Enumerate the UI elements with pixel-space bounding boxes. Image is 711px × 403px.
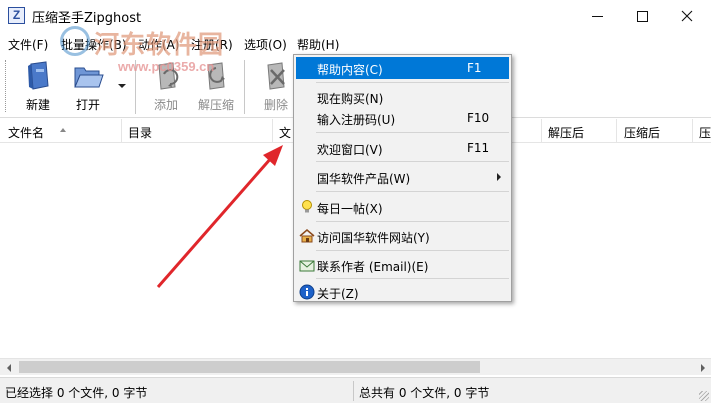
menu-batch[interactable]: 批量操作(B) [61, 36, 127, 53]
column-compressed[interactable]: 压缩后 [624, 124, 660, 141]
column-divider[interactable] [121, 119, 122, 143]
open-folder-icon [72, 60, 104, 92]
column-divider[interactable] [272, 119, 273, 143]
menu-separator [316, 250, 509, 251]
menu-item-buy-now[interactable]: 现在购买(N) [296, 86, 509, 108]
resize-grip-icon[interactable] [699, 391, 709, 401]
menu-item-label: 关于(Z) [317, 287, 359, 301]
maximize-button[interactable] [619, 0, 665, 32]
menu-item-label: 联系作者 (Email)(E) [317, 260, 429, 274]
new-button[interactable]: 新建 [14, 58, 62, 114]
column-divider[interactable] [541, 119, 542, 143]
scroll-right-icon [700, 363, 705, 372]
horizontal-scrollbar[interactable] [0, 358, 711, 375]
menu-bar: 文件(F) 批量操作(B) 动作(A) 注册(R) 选项(O) 帮助(H) [0, 32, 711, 54]
toolbar-separator [244, 60, 246, 114]
menu-item-shortcut: F10 [467, 111, 490, 125]
extract-icon [200, 60, 232, 92]
maximize-icon [636, 10, 648, 22]
menu-item-products[interactable]: 国华软件产品(W) [296, 166, 509, 188]
menu-item-shortcut: F11 [467, 141, 490, 155]
info-icon [299, 284, 315, 300]
menu-separator [316, 278, 509, 279]
column-ratio[interactable]: 压 [699, 124, 711, 141]
toolbar-grip[interactable] [5, 60, 8, 112]
submenu-arrow-icon [497, 173, 501, 181]
sort-ascending-icon [60, 128, 66, 132]
scroll-left-icon [6, 363, 11, 372]
extract-button[interactable]: 解压缩 [192, 58, 240, 114]
menu-register[interactable]: 注册(R) [191, 36, 233, 53]
open-label: 打开 [75, 98, 100, 112]
menu-item-label: 欢迎窗口(V) [317, 143, 383, 157]
scrollbar-thumb[interactable] [19, 361, 480, 373]
column-filename[interactable]: 文件名 [8, 124, 44, 141]
app-icon: Z [8, 7, 25, 24]
open-dropdown-arrow-icon[interactable] [118, 84, 126, 88]
menu-item-label: 访问国华软件网站(Y) [317, 231, 430, 245]
extract-label: 解压缩 [197, 98, 234, 112]
menu-separator [316, 82, 509, 83]
column-divider[interactable] [616, 119, 617, 143]
new-label: 新建 [25, 98, 50, 112]
menu-file[interactable]: 文件(F) [8, 36, 48, 53]
menu-item-shortcut: F1 [467, 61, 482, 75]
column-divider[interactable] [692, 119, 693, 143]
menu-item-label: 现在购买(N) [317, 92, 384, 106]
menu-action[interactable]: 动作(A) [138, 36, 180, 53]
menu-help[interactable]: 帮助(H) [297, 36, 339, 53]
menu-item-label: 国华软件产品(W) [317, 172, 411, 186]
title-bar: Z 压缩圣手Zipghost [0, 0, 711, 32]
toolbar-separator [135, 60, 137, 114]
menu-item-label: 每日一帖(X) [317, 202, 383, 216]
menu-item-about[interactable]: 关于(Z) [296, 281, 509, 303]
window-title: 压缩圣手Zipghost [32, 11, 142, 26]
status-selected: 已经选择 0 个文件, 0 字节 [5, 386, 148, 400]
scroll-left-button[interactable] [0, 359, 17, 376]
menu-separator [316, 191, 509, 192]
menu-item-contact-author[interactable]: 联系作者 (Email)(E) [296, 254, 509, 276]
status-divider [353, 381, 354, 401]
close-button[interactable] [664, 0, 710, 32]
scroll-right-button[interactable] [694, 359, 711, 376]
menu-item-label: 帮助内容(C) [317, 63, 383, 77]
help-menu: 帮助内容(C) F1 现在购买(N) 输入注册码(U) F10 欢迎窗口(V) … [293, 54, 512, 302]
menu-item-enter-code[interactable]: 输入注册码(U) F10 [296, 107, 509, 129]
menu-item-visit-website[interactable]: 访问国华软件网站(Y) [296, 225, 509, 247]
lightbulb-icon [299, 199, 315, 215]
add-button[interactable]: 添加 [142, 58, 190, 114]
home-icon [299, 228, 315, 244]
status-bar: 已经选择 0 个文件, 0 字节 总共有 0 个文件, 0 字节 [0, 377, 711, 403]
column-file[interactable]: 文 [279, 124, 291, 141]
minimize-button[interactable] [574, 0, 620, 32]
menu-options[interactable]: 选项(O) [244, 36, 287, 53]
menu-item-tip-of-day[interactable]: 每日一帖(X) [296, 196, 509, 218]
email-icon [299, 257, 315, 273]
add-files-icon [150, 60, 182, 92]
status-total: 总共有 0 个文件, 0 字节 [359, 386, 490, 400]
column-directory[interactable]: 目录 [128, 124, 152, 141]
delete-icon [260, 60, 292, 92]
menu-separator [316, 221, 509, 222]
menu-separator [316, 161, 509, 162]
column-uncompressed[interactable]: 解压后 [548, 124, 584, 141]
menu-separator [316, 132, 509, 133]
new-archive-icon [22, 60, 54, 92]
close-icon [681, 10, 693, 22]
menu-item-welcome[interactable]: 欢迎窗口(V) F11 [296, 137, 509, 159]
menu-item-help-contents[interactable]: 帮助内容(C) F1 [296, 57, 509, 79]
add-label: 添加 [153, 98, 178, 112]
open-button[interactable]: 打开 [64, 58, 112, 114]
menu-item-label: 输入注册码(U) [317, 113, 396, 127]
minimize-icon [591, 15, 603, 17]
